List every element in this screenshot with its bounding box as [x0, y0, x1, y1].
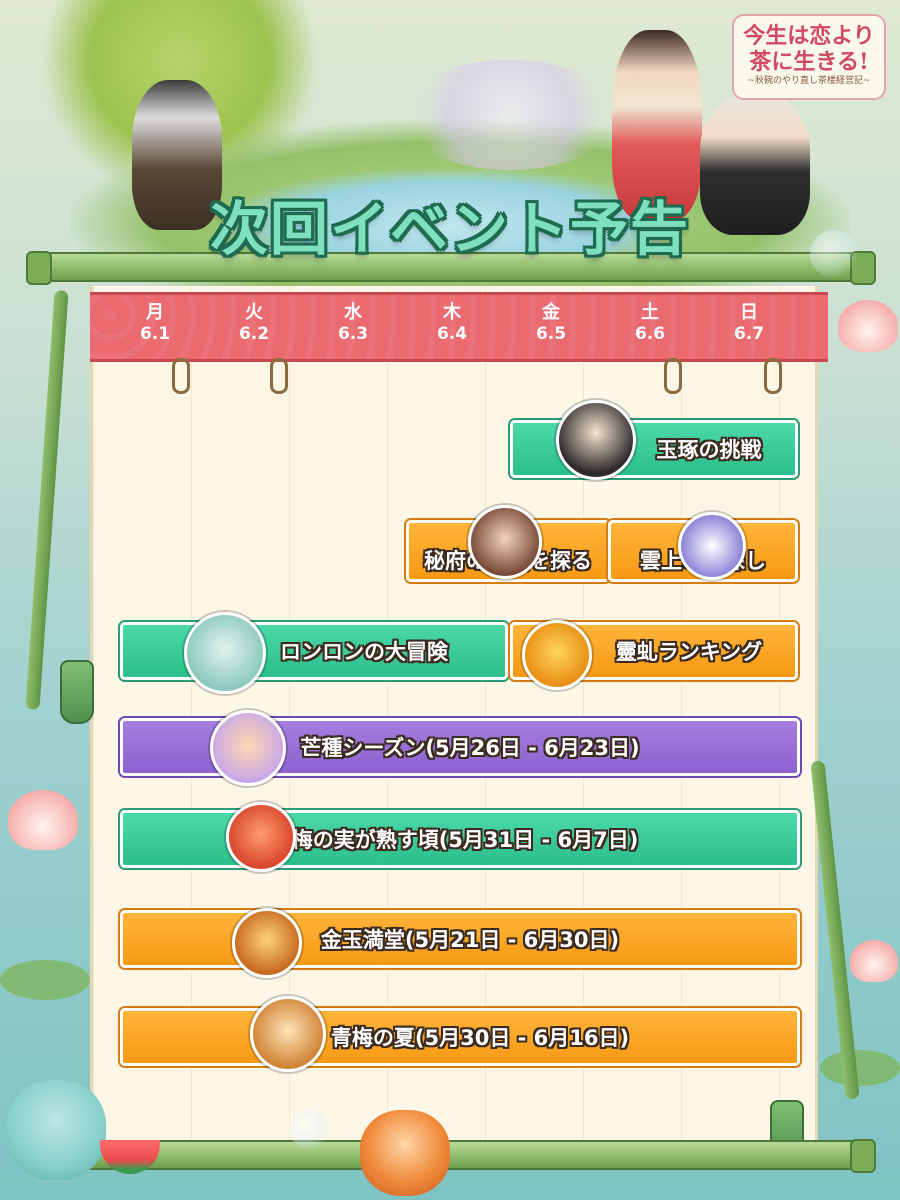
event-label: 玉琢の挑戦 [656, 438, 762, 462]
lily-pad [0, 960, 90, 1000]
weekday-label: 日 [740, 302, 758, 323]
date-label: 6.7 [733, 324, 765, 344]
date-label: 6.2 [238, 324, 270, 344]
logo-subtitle: ~秋碗のやり直し茶楼経営記~ [747, 76, 871, 86]
girl-portrait-icon [556, 400, 636, 480]
lady-room-icon [468, 505, 542, 579]
weekday-label: 金 [542, 302, 560, 323]
event-banner[interactable]: 青梅の夏(5月30日 - 6月16日) [120, 1008, 800, 1066]
date-label: 6.6 [634, 324, 666, 344]
lotus-flower-right-low [850, 940, 898, 982]
weekday-label: 月 [146, 302, 164, 323]
day-column-0: 月 6.1 [110, 303, 200, 345]
event-label: 芒種シーズン(5月26日 - 6月23日) [300, 736, 640, 760]
event-banner[interactable]: ロンロンの大冒険 [120, 622, 508, 680]
bubble [810, 230, 858, 278]
tassel-left [60, 660, 94, 724]
golden-dragon-icon [522, 620, 592, 690]
date-label: 6.1 [139, 324, 171, 344]
day-column-6: 日 6.7 [704, 303, 794, 345]
event-banner[interactable]: 金玉満堂(5月21日 - 6月30日) [120, 910, 800, 968]
weekday-label: 土 [641, 302, 659, 323]
rod-cap-right [850, 1139, 876, 1173]
logo-line-1: 今生は恋より [743, 23, 875, 49]
lotus-flower-right [838, 300, 898, 352]
game-logo: 今生は恋より 茶に生きる! ~秋碗のやり直し茶楼経営記~ [732, 14, 886, 100]
farmer-cat-icon [210, 710, 286, 786]
hanging-ring [270, 358, 288, 394]
event-label: 青梅の夏(5月30日 - 6月16日) [330, 1026, 630, 1050]
weekday-header: 月 6.1 火 6.2 水 6.3 木 6.4 金 6.5 土 6.6 日 6.7 [90, 292, 828, 362]
date-label: 6.4 [436, 324, 468, 344]
red-fox-icon [226, 802, 296, 872]
day-column-4: 金 6.5 [506, 303, 596, 345]
day-column-5: 土 6.6 [605, 303, 695, 345]
weekday-label: 木 [443, 302, 461, 323]
flower-bush [400, 60, 620, 170]
day-column-3: 木 6.4 [407, 303, 497, 345]
event-banner[interactable]: 玉琢の挑戦 [510, 420, 798, 478]
event-label: ロンロンの大冒険 [280, 640, 448, 664]
hanging-ring [172, 358, 190, 394]
lotus-flower-left [8, 790, 78, 850]
bubble [290, 1110, 330, 1150]
event-label: 梅の実が熟す頃(5月31日 - 6月7日) [291, 828, 639, 852]
shiba-warrior-icon [250, 996, 326, 1072]
date-label: 6.3 [337, 324, 369, 344]
event-label: 靈虬ランキング [615, 640, 763, 664]
hanging-ring [764, 358, 782, 394]
event-banner[interactable]: 梅の実が熟す頃(5月31日 - 6月7日) [120, 810, 800, 868]
event-label: 金玉満堂(5月21日 - 6月30日) [320, 928, 620, 952]
weekday-label: 水 [344, 302, 362, 323]
logo-line-2: 茶に生きる! [749, 49, 869, 75]
bamboo-vine-left [25, 290, 69, 710]
day-column-2: 水 6.3 [308, 303, 398, 345]
weekday-label: 火 [245, 302, 263, 323]
dragon-cat-icon [184, 612, 266, 694]
cloud-bird-icon [678, 512, 746, 580]
orange-fox-pet [360, 1110, 450, 1196]
page-title: 次回イベント予告 [209, 195, 690, 263]
day-column-1: 火 6.2 [209, 303, 299, 345]
treasure-pot-icon [232, 908, 302, 978]
teal-cat-watermelon [6, 1080, 106, 1180]
lily-pad [820, 1050, 900, 1086]
hanging-ring [664, 358, 682, 394]
date-label: 6.5 [535, 324, 567, 344]
